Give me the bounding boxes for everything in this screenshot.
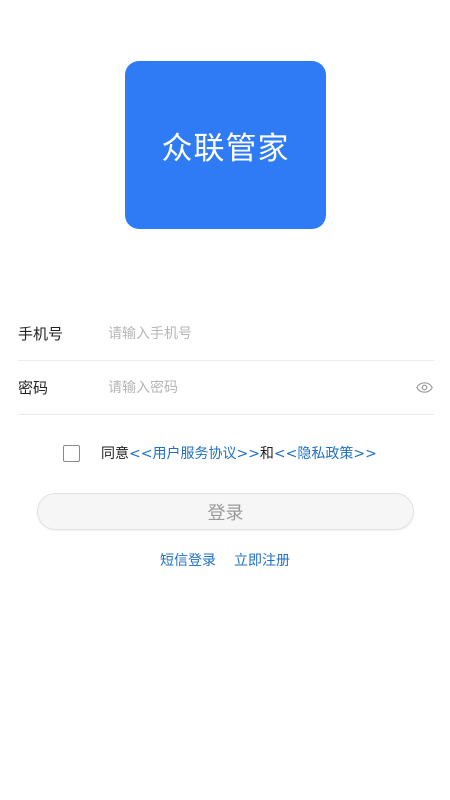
- password-row: 密码: [18, 361, 434, 415]
- app-logo-text: 众联管家: [161, 130, 290, 167]
- phone-label: 手机号: [18, 325, 64, 343]
- agreement-row: 同意 <<用户服务协议>> 和 <<隐私政策>>: [63, 443, 377, 463]
- phone-row: 手机号: [18, 307, 434, 361]
- password-input[interactable]: [108, 379, 434, 396]
- phone-input[interactable]: [108, 325, 434, 342]
- bottom-links: 短信登录 立即注册: [0, 550, 450, 570]
- agreement-prefix: 同意: [101, 446, 129, 462]
- sms-login-link[interactable]: 短信登录: [160, 550, 216, 570]
- agreement-and: 和: [259, 446, 274, 462]
- user-agreement-link[interactable]: <<用户服务协议>>: [129, 443, 260, 463]
- register-link[interactable]: 立即注册: [234, 550, 290, 570]
- password-label: 密码: [18, 379, 49, 397]
- login-button[interactable]: 登录: [37, 493, 414, 530]
- app-logo: 众联管家: [125, 61, 326, 229]
- login-form: 手机号 密码: [18, 307, 434, 415]
- privacy-policy-link[interactable]: <<隐私政策>>: [274, 443, 377, 463]
- eye-icon[interactable]: [414, 381, 434, 395]
- agreement-checkbox[interactable]: [63, 444, 80, 462]
